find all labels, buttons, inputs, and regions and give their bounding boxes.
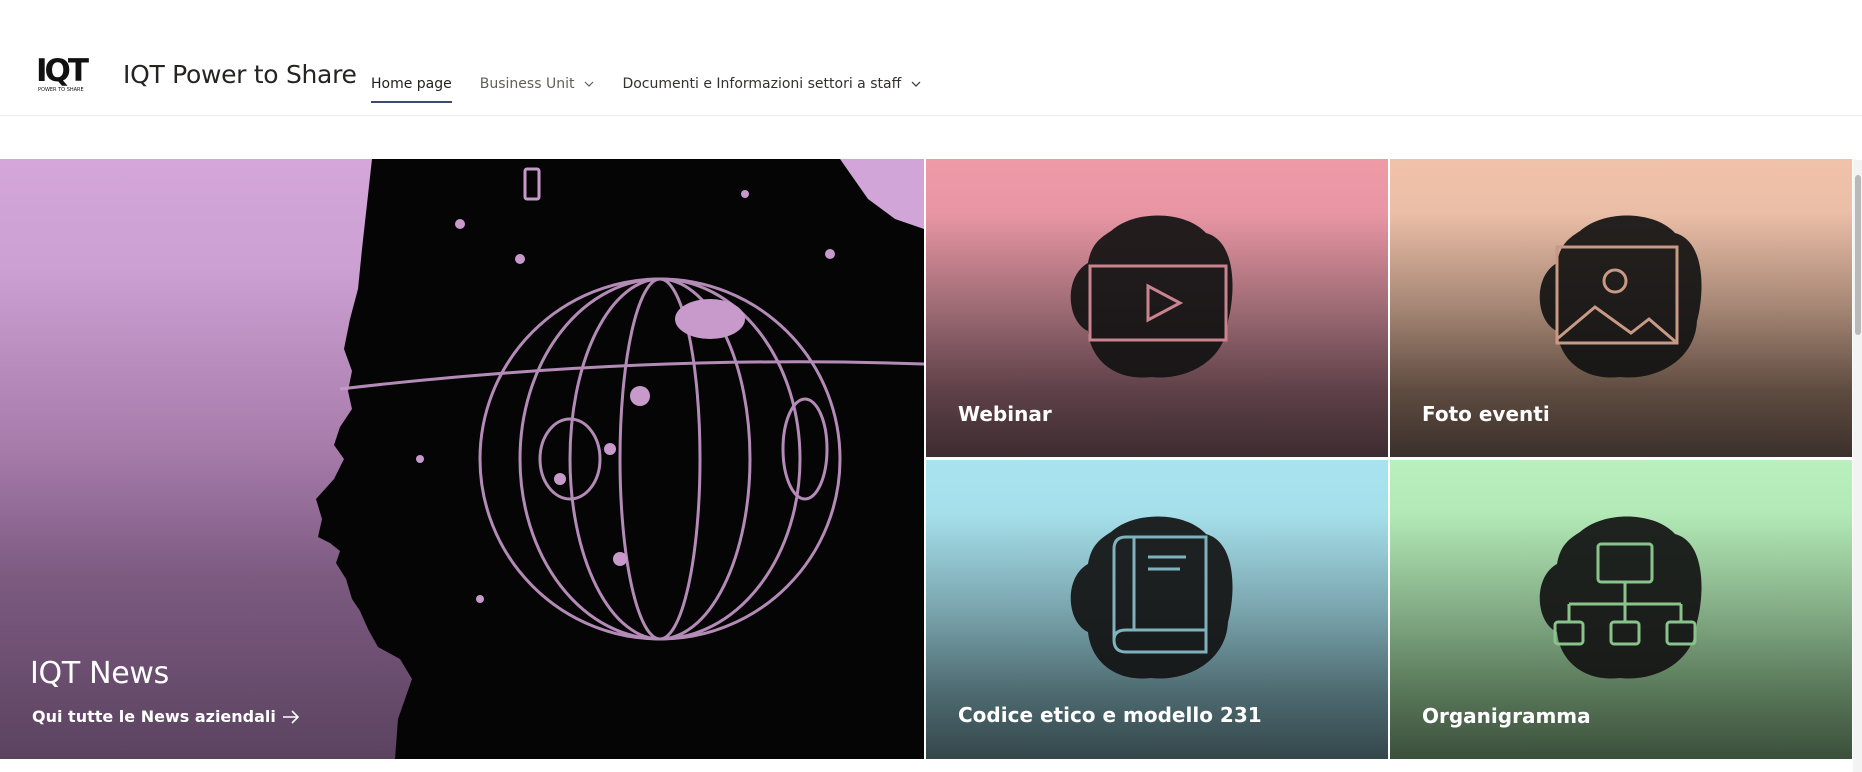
nav-home-page[interactable]: Home page bbox=[371, 71, 452, 103]
nav-business-unit[interactable]: Business Unit bbox=[480, 71, 595, 97]
tile-foto-eventi[interactable]: Foto eventi bbox=[1390, 159, 1852, 457]
tile-foto-eventi-label: Foto eventi bbox=[1422, 402, 1550, 426]
tile-organigramma-label: Organigramma bbox=[1422, 704, 1591, 728]
foto-icon-badge bbox=[1539, 215, 1702, 378]
news-link[interactable]: Qui tutte le News aziendali bbox=[32, 707, 300, 726]
tile-webinar-label: Webinar bbox=[958, 402, 1052, 426]
organigramma-icon-badge bbox=[1539, 516, 1702, 679]
top-navigation: Home page Business Unit Documenti e Info… bbox=[371, 71, 949, 103]
news-link-label: Qui tutte le News aziendali bbox=[32, 707, 276, 726]
tile-organigramma[interactable]: Organigramma bbox=[1390, 460, 1852, 759]
nav-business-unit-label: Business Unit bbox=[479, 76, 575, 92]
arrow-right-icon bbox=[282, 709, 300, 724]
tile-codice-etico[interactable]: Codice etico e modello 231 bbox=[926, 460, 1388, 759]
nav-documenti[interactable]: Documenti e Informazioni settori a staff bbox=[622, 71, 921, 97]
nav-documenti-label: Documenti e Informazioni settori a staff bbox=[622, 76, 902, 92]
hero-news-banner[interactable]: IQT News Qui tutte le News aziendali bbox=[0, 159, 924, 759]
site-header: IQT POWER TO SHARE IQT Power to Share Ho… bbox=[0, 0, 1862, 116]
tile-codice-etico-label: Codice etico e modello 231 bbox=[958, 703, 1262, 727]
iqt-logo[interactable]: IQT POWER TO SHARE bbox=[36, 53, 98, 93]
webinar-icon-badge bbox=[1070, 215, 1233, 378]
tile-webinar[interactable]: Webinar bbox=[926, 159, 1388, 457]
site-title[interactable]: IQT Power to Share bbox=[123, 60, 357, 89]
scrollbar-thumb[interactable] bbox=[1855, 175, 1861, 335]
hero-title: IQT News bbox=[30, 656, 169, 691]
chevron-down-icon bbox=[911, 81, 921, 87]
nav-home-page-label: Home page bbox=[371, 76, 452, 92]
chevron-down-icon bbox=[585, 81, 594, 87]
codice-icon-badge bbox=[1070, 516, 1233, 679]
logo-subtext: POWER TO SHARE bbox=[38, 87, 84, 93]
logo-text: IQT bbox=[36, 53, 89, 89]
